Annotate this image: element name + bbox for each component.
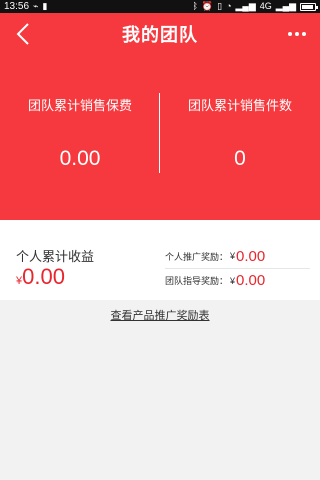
network-type: 4G	[259, 1, 272, 11]
team-reward-label: 团队指导奖励：	[165, 276, 229, 286]
page-title: 我的团队	[122, 25, 198, 45]
income-label: 个人累计收益	[16, 249, 95, 264]
vibrate-icon: ▯	[217, 1, 223, 11]
income-card: 个人累计收益 ¥ 0.00 个人推广奖励： ¥ 0.00 团队指导奖励： ¥ 0…	[0, 220, 320, 300]
reward-table-link[interactable]: 查看产品推广奖励表	[111, 310, 210, 322]
income-value: ¥ 0.00	[16, 264, 65, 290]
income-amount: 0.00	[22, 264, 65, 289]
team-stats: 团队累计销售保费 0.00 团队累计销售件数 0	[0, 91, 320, 173]
signal-icon-2: ▂▄▆	[275, 1, 296, 11]
signal-icon: ▂▄▆	[235, 1, 256, 11]
stats-divider	[159, 93, 160, 173]
status-bar: 13:56 ⌁ ▮ ᛒ ⏰ ▯ ◔ ▂▄▆ 4G ▂▄▆	[0, 0, 320, 13]
stat-premium: 团队累计销售保费 0.00	[0, 91, 160, 173]
stat-count-label: 团队累计销售件数	[187, 98, 292, 113]
stat-premium-label: 团队累计销售保费	[27, 98, 132, 113]
stat-premium-value: 0.00	[59, 147, 101, 170]
personal-reward-value: 0.00	[236, 247, 266, 265]
status-time: 13:56	[4, 1, 30, 12]
more-icon	[288, 32, 292, 36]
stat-count-value: 0	[234, 147, 246, 170]
bluetooth-icon: ᛒ	[192, 1, 198, 11]
team-reward-currency: ¥	[230, 275, 236, 286]
team-summary-panel: 我的团队 团队累计销售保费 0.00 团队累计销售件数 0	[0, 13, 320, 220]
nav-bar: 我的团队	[0, 13, 320, 55]
stat-count: 团队累计销售件数 0	[160, 91, 320, 173]
back-button[interactable]	[12, 20, 34, 48]
personal-reward-currency: ¥	[230, 251, 236, 261]
battery-icon	[300, 2, 318, 11]
more-button[interactable]	[286, 27, 308, 41]
alarm-icon: ⏰	[201, 1, 214, 11]
chevron-left-icon	[16, 23, 29, 45]
personal-reward-row: 个人推广奖励： ¥ 0.00	[165, 244, 310, 268]
notification-icon: ▮	[42, 1, 48, 11]
reward-list: 个人推广奖励： ¥ 0.00 团队指导奖励： ¥ 0.00	[165, 244, 310, 292]
team-reward-value: 0.00	[236, 272, 266, 289]
reward-table-link-row: 查看产品推广奖励表	[0, 306, 320, 324]
wifi-icon: ◔	[226, 1, 232, 11]
personal-reward-label: 个人推广奖励：	[165, 251, 229, 262]
team-reward-row: 团队指导奖励： ¥ 0.00	[165, 268, 310, 292]
usb-icon: ⌁	[33, 1, 39, 11]
